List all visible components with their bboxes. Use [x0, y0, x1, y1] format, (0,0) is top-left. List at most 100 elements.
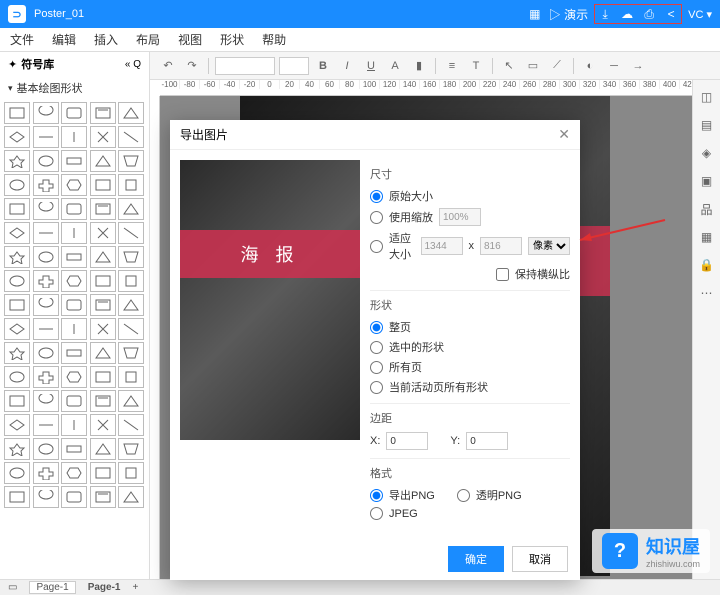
shape-item[interactable]: [90, 366, 116, 388]
user-menu[interactable]: VC ▾: [688, 8, 712, 21]
font-size[interactable]: [279, 57, 309, 75]
shape-item[interactable]: [61, 438, 87, 460]
shape-item[interactable]: [61, 246, 87, 268]
more-icon[interactable]: ⋯: [698, 284, 716, 302]
fit-height-input[interactable]: [480, 237, 522, 255]
shape-item[interactable]: [61, 294, 87, 316]
shape-item[interactable]: [118, 102, 144, 124]
shape-item[interactable]: [90, 342, 116, 364]
style-icon[interactable]: ◈: [698, 144, 716, 162]
radio-fit-size[interactable]: [370, 240, 383, 253]
margin-y-input[interactable]: [466, 432, 508, 450]
print-icon[interactable]: ⎙: [641, 6, 657, 22]
radio-original-size[interactable]: [370, 190, 383, 203]
shape-item[interactable]: [118, 486, 144, 508]
shape-item[interactable]: [4, 366, 30, 388]
lock-icon[interactable]: 🔒: [698, 256, 716, 274]
menu-help[interactable]: 帮助: [262, 31, 286, 48]
shape-item[interactable]: [61, 462, 87, 484]
margin-x-input[interactable]: [386, 432, 428, 450]
text-box-icon[interactable]: T: [466, 56, 486, 76]
shape-item[interactable]: [33, 270, 59, 292]
shape-item[interactable]: [4, 342, 30, 364]
theme-icon[interactable]: ◫: [698, 88, 716, 106]
shape-item[interactable]: [118, 222, 144, 244]
shape-item[interactable]: [118, 414, 144, 436]
shape-item[interactable]: [4, 270, 30, 292]
menu-insert[interactable]: 插入: [94, 31, 118, 48]
shape-item[interactable]: [4, 438, 30, 460]
shape-item[interactable]: [90, 126, 116, 148]
pages-icon[interactable]: ▭: [8, 582, 17, 593]
shape-item[interactable]: [90, 438, 116, 460]
shape-item[interactable]: [90, 198, 116, 220]
shape-item[interactable]: [61, 198, 87, 220]
fit-width-input[interactable]: [421, 237, 463, 255]
shape-item[interactable]: [4, 390, 30, 412]
shape-item[interactable]: [118, 462, 144, 484]
shape-item[interactable]: [4, 222, 30, 244]
underline-icon[interactable]: U: [361, 56, 381, 76]
shape-item[interactable]: [90, 462, 116, 484]
demo-button[interactable]: ▷ 演示: [549, 6, 588, 22]
page-tab[interactable]: Page-1: [29, 581, 75, 594]
cloud-icon[interactable]: ☁: [619, 6, 635, 22]
radio-jpeg[interactable]: [370, 507, 383, 520]
shape-item[interactable]: [33, 198, 59, 220]
layers-icon[interactable]: ▤: [698, 116, 716, 134]
fill-icon[interactable]: ◐: [580, 56, 600, 76]
shape-item[interactable]: [90, 150, 116, 172]
connector-icon[interactable]: ⟋: [547, 56, 567, 76]
shape-item[interactable]: [118, 174, 144, 196]
menu-shape[interactable]: 形状: [220, 31, 244, 48]
arrange-icon[interactable]: 品: [698, 200, 716, 218]
shape-item[interactable]: [118, 318, 144, 340]
shape-item[interactable]: [90, 318, 116, 340]
shape-item[interactable]: [118, 150, 144, 172]
sidebar-collapse-icon[interactable]: « Q: [125, 59, 141, 70]
font-select[interactable]: [215, 57, 275, 75]
shape-item[interactable]: [118, 126, 144, 148]
shape-item[interactable]: [61, 102, 87, 124]
bookmark-icon[interactable]: ▣: [698, 172, 716, 190]
shape-item[interactable]: [61, 222, 87, 244]
shape-item[interactable]: [33, 486, 59, 508]
shape-item[interactable]: [61, 270, 87, 292]
radio-transparent-png[interactable]: [457, 489, 470, 502]
radio-use-scale[interactable]: [370, 211, 383, 224]
shape-item[interactable]: [118, 198, 144, 220]
shape-item[interactable]: [33, 438, 59, 460]
shape-item[interactable]: [118, 246, 144, 268]
shape-item[interactable]: [118, 366, 144, 388]
shape-item[interactable]: [33, 222, 59, 244]
italic-icon[interactable]: I: [337, 56, 357, 76]
radio-active-all-shapes[interactable]: [370, 381, 383, 394]
shape-item[interactable]: [4, 102, 30, 124]
shape-item[interactable]: [90, 102, 116, 124]
menu-file[interactable]: 文件: [10, 31, 34, 48]
shape-item[interactable]: [61, 174, 87, 196]
bold-icon[interactable]: B: [313, 56, 333, 76]
menu-edit[interactable]: 编辑: [52, 31, 76, 48]
shape-item[interactable]: [61, 126, 87, 148]
shape-item[interactable]: [33, 318, 59, 340]
menu-view[interactable]: 视图: [178, 31, 202, 48]
shape-item[interactable]: [118, 270, 144, 292]
line-icon[interactable]: ─: [604, 56, 624, 76]
shape-item[interactable]: [118, 342, 144, 364]
shape-item[interactable]: [90, 486, 116, 508]
checkbox-keep-ratio[interactable]: [496, 268, 509, 281]
shape-item[interactable]: [61, 366, 87, 388]
arrow-style-icon[interactable]: →: [628, 56, 648, 76]
shape-item[interactable]: [4, 486, 30, 508]
shapes-section-label[interactable]: 基本绘图形状: [0, 76, 149, 100]
share-icon[interactable]: <: [663, 6, 679, 22]
scale-input[interactable]: [439, 208, 481, 226]
shape-item[interactable]: [118, 294, 144, 316]
shape-item[interactable]: [90, 222, 116, 244]
shape-item[interactable]: [90, 270, 116, 292]
shape-item[interactable]: [4, 294, 30, 316]
shape-item[interactable]: [61, 486, 87, 508]
shape-item[interactable]: [61, 318, 87, 340]
align-icon[interactable]: ≡: [442, 56, 462, 76]
